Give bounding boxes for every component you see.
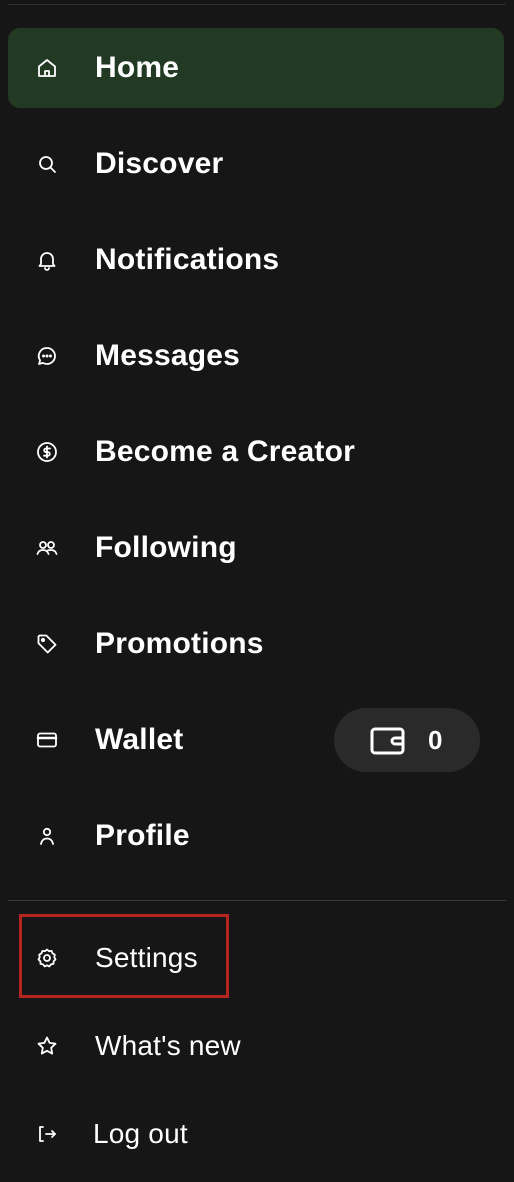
nav-item-label: What's new (95, 1030, 241, 1061)
tag-icon (34, 631, 60, 657)
nav-item-notifications[interactable]: Notifications (8, 220, 504, 300)
nav-item-following[interactable]: Following (8, 508, 504, 588)
top-divider (8, 4, 506, 5)
nav-item-label: Messages (95, 339, 241, 372)
nav-item-label: Home (95, 51, 180, 84)
dollar-circle-icon (34, 439, 60, 465)
chat-bubble-icon (34, 343, 60, 369)
nav-item-wallet[interactable]: Wallet 0 (8, 700, 504, 780)
nav-item-label: Wallet (95, 723, 184, 756)
nav-item-home[interactable]: Home (8, 28, 504, 108)
search-icon (34, 151, 60, 177)
home-icon (34, 55, 60, 81)
nav-item-label: Profile (95, 819, 190, 852)
logout-icon (34, 1121, 60, 1147)
nav-item-discover[interactable]: Discover (8, 124, 504, 204)
nav-item-logout[interactable]: Log out (8, 1094, 504, 1174)
nav-item-become-creator[interactable]: Become a Creator (8, 412, 504, 492)
nav-item-label: Notifications (95, 243, 280, 276)
nav-item-messages[interactable]: Messages (8, 316, 504, 396)
nav-item-profile[interactable]: Profile (8, 796, 504, 876)
wallet-icon (368, 726, 410, 756)
nav-item-label: Discover (95, 147, 224, 180)
bell-icon (34, 247, 60, 273)
nav-item-label: Log out (93, 1118, 188, 1149)
settings-highlight-box (19, 914, 229, 998)
users-icon (34, 535, 60, 561)
wallet-balance-chip[interactable]: 0 (334, 708, 480, 772)
user-icon (34, 823, 60, 849)
nav-item-whats-new[interactable]: What's new (8, 1006, 504, 1086)
wallet-balance: 0 (428, 724, 443, 755)
nav-item-label: Following (95, 531, 237, 564)
nav-item-promotions[interactable]: Promotions (8, 604, 504, 684)
nav-item-label: Become a Creator (95, 435, 355, 468)
star-icon (34, 1033, 60, 1059)
section-divider (8, 900, 506, 901)
credit-card-icon (34, 727, 60, 753)
nav-item-label: Promotions (95, 627, 264, 660)
